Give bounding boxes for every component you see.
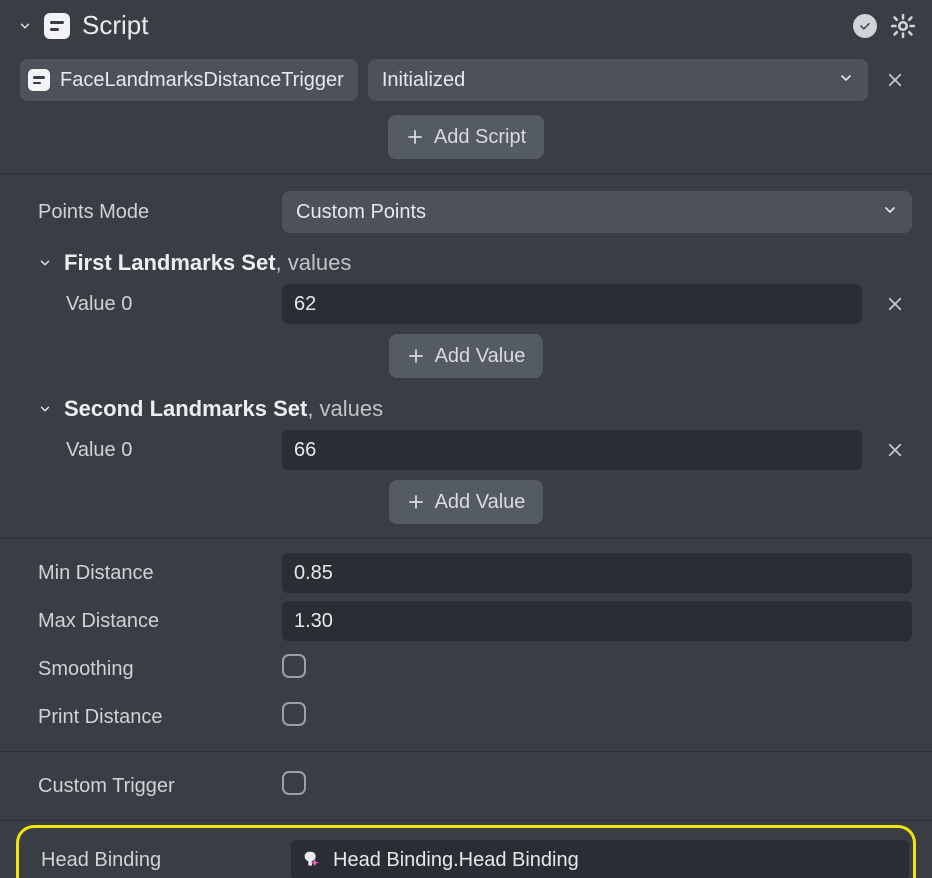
max-distance-value: 1.30: [294, 610, 333, 633]
min-distance-row: Min Distance 0.85: [20, 549, 912, 597]
add-value-button-first[interactable]: Add Value: [389, 334, 544, 378]
add-script-label: Add Script: [434, 126, 526, 149]
points-mode-dropdown[interactable]: Custom Points: [282, 191, 912, 233]
remove-value-button[interactable]: [878, 287, 912, 321]
max-distance-input[interactable]: 1.30: [282, 601, 912, 641]
min-distance-value: 0.85: [294, 562, 333, 585]
separator: [0, 820, 932, 821]
inspector-panel: Script FaceLandmarksDistanceTrigger Init…: [0, 0, 932, 878]
head-binding-label: Head Binding: [23, 849, 281, 872]
script-binding-row: FaceLandmarksDistanceTrigger Initialized: [0, 51, 932, 109]
component-header: Script: [0, 0, 932, 51]
remove-script-button[interactable]: [878, 63, 912, 97]
max-distance-label: Max Distance: [20, 610, 272, 633]
print-distance-label: Print Distance: [20, 706, 272, 729]
script-event-selected: Initialized: [382, 69, 838, 92]
chevron-down-icon: [838, 69, 854, 92]
first-landmarks-title: First Landmarks Set: [64, 250, 276, 275]
points-mode-selected: Custom Points: [296, 201, 882, 224]
first-landmarks-value-label: Value 0: [20, 293, 272, 316]
second-landmarks-value-text: 66: [294, 439, 316, 462]
chevron-down-icon: [882, 201, 898, 224]
first-landmarks-value-row: Value 0 62: [20, 280, 912, 328]
head-binding-icon: [301, 849, 323, 871]
remove-value-button[interactable]: [878, 433, 912, 467]
add-value-button-second[interactable]: Add Value: [389, 480, 544, 524]
distance-section: Min Distance 0.85 Max Distance 1.30 Smoo…: [0, 539, 932, 751]
second-landmarks-value-label: Value 0: [20, 439, 272, 462]
first-landmarks-value-text: 62: [294, 293, 316, 316]
first-landmarks-header[interactable]: First Landmarks Set, values: [20, 242, 912, 280]
second-landmarks-title: Second Landmarks Set: [64, 396, 307, 421]
second-landmarks-subtitle: , values: [307, 396, 383, 421]
plus-icon: [406, 128, 424, 146]
gear-icon[interactable]: [890, 13, 916, 39]
script-asset-name: FaceLandmarksDistanceTrigger: [60, 69, 344, 92]
script-asset-icon: [28, 69, 50, 91]
chevron-down-icon: [38, 402, 52, 416]
chevron-down-icon: [38, 256, 52, 270]
custom-trigger-section: Custom Trigger: [0, 752, 932, 820]
second-landmarks-value-input[interactable]: 66: [282, 430, 862, 470]
add-script-button[interactable]: Add Script: [388, 115, 544, 159]
add-value-label: Add Value: [435, 491, 526, 514]
smoothing-row: Smoothing: [20, 645, 912, 693]
smoothing-label: Smoothing: [20, 658, 272, 681]
smoothing-checkbox[interactable]: [282, 654, 306, 678]
print-distance-row: Print Distance: [20, 693, 912, 741]
script-asset-chip[interactable]: FaceLandmarksDistanceTrigger: [20, 59, 358, 101]
add-script-row: Add Script: [0, 109, 932, 173]
collapse-toggle[interactable]: [18, 19, 32, 33]
min-distance-input[interactable]: 0.85: [282, 553, 912, 593]
first-landmarks-value-input[interactable]: 62: [282, 284, 862, 324]
head-binding-value: Head Binding.Head Binding: [333, 849, 579, 872]
script-event-dropdown[interactable]: Initialized: [368, 59, 868, 101]
first-landmarks-group: First Landmarks Set, values Value 0 62 A…: [0, 238, 932, 388]
custom-trigger-checkbox[interactable]: [282, 771, 306, 795]
custom-trigger-row: Custom Trigger: [20, 762, 912, 810]
highlighted-bindings: Head Binding Head Binding.Head Binding C…: [16, 825, 916, 878]
add-value-label: Add Value: [435, 345, 526, 368]
custom-trigger-label: Custom Trigger: [20, 775, 272, 798]
component-title: Script: [82, 10, 840, 41]
plus-icon: [407, 493, 425, 511]
second-landmarks-group: Second Landmarks Set, values Value 0 66 …: [0, 388, 932, 538]
plus-icon: [407, 347, 425, 365]
max-distance-row: Max Distance 1.30: [20, 597, 912, 645]
print-distance-checkbox[interactable]: [282, 702, 306, 726]
head-binding-row: Head Binding Head Binding.Head Binding: [23, 836, 909, 878]
enabled-toggle[interactable]: [852, 13, 878, 39]
head-binding-field[interactable]: Head Binding.Head Binding: [291, 840, 909, 878]
second-landmarks-header[interactable]: Second Landmarks Set, values: [20, 388, 912, 426]
points-mode-section: Points Mode Custom Points: [0, 174, 932, 238]
second-landmarks-value-row: Value 0 66: [20, 426, 912, 474]
first-landmarks-subtitle: , values: [276, 250, 352, 275]
points-mode-label: Points Mode: [20, 201, 272, 224]
min-distance-label: Min Distance: [20, 562, 272, 585]
script-type-icon: [44, 13, 70, 39]
